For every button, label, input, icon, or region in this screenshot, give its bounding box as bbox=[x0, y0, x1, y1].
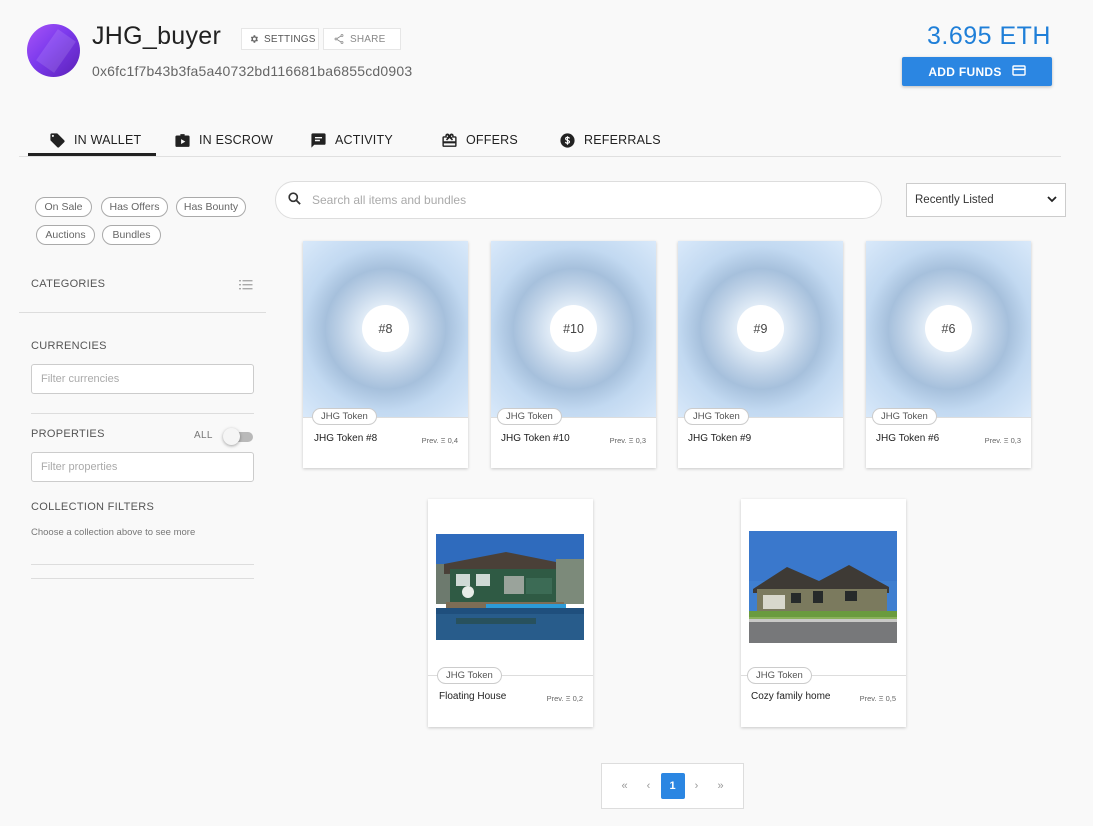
previous-price: Prev. Ξ 0,3 bbox=[609, 436, 646, 445]
first-page-button[interactable]: « bbox=[613, 773, 637, 799]
chip-bundles[interactable]: Bundles bbox=[102, 225, 161, 245]
tab-label: OFFERS bbox=[466, 133, 518, 147]
dollar-icon bbox=[559, 132, 576, 149]
tab-label: REFERRALS bbox=[584, 133, 661, 147]
search-input[interactable]: Search all items and bundles bbox=[312, 193, 466, 207]
properties-filter-input[interactable]: Filter properties bbox=[31, 452, 254, 482]
chip-auctions[interactable]: Auctions bbox=[36, 225, 95, 245]
previous-price: Prev. Ξ 0,3 bbox=[984, 436, 1021, 445]
search-icon bbox=[287, 191, 302, 209]
sidebar-divider bbox=[31, 413, 254, 414]
avatar[interactable] bbox=[27, 24, 80, 77]
collection-filters-hint: Choose a collection above to see more bbox=[31, 527, 196, 538]
collection-chip[interactable]: JHG Token bbox=[497, 408, 562, 425]
item-card[interactable]: JHG Token Floating House Prev. Ξ 0,2 bbox=[428, 499, 593, 727]
active-tab-indicator bbox=[28, 153, 156, 156]
collection-chip[interactable]: JHG Token bbox=[872, 408, 937, 425]
sort-select[interactable]: Recently Listed bbox=[906, 183, 1066, 217]
tab-label: IN ESCROW bbox=[199, 133, 274, 147]
chip-on-sale[interactable]: On Sale bbox=[35, 197, 92, 217]
tab-label: IN WALLET bbox=[74, 133, 142, 147]
currencies-filter-input[interactable]: Filter currencies bbox=[31, 364, 254, 394]
token-number-badge: #9 bbox=[737, 305, 784, 352]
collection-chip[interactable]: JHG Token bbox=[684, 408, 749, 425]
add-funds-label: ADD FUNDS bbox=[928, 64, 1002, 79]
item-card[interactable]: JHG Token Cozy family home Prev. Ξ 0,5 bbox=[741, 499, 906, 727]
token-number-badge: #10 bbox=[550, 305, 597, 352]
item-name: JHG Token #10 bbox=[501, 433, 570, 444]
username: JHG_buyer bbox=[92, 22, 222, 50]
item-card[interactable]: #8 JHG Token JHG Token #8 Prev. Ξ 0,4 bbox=[303, 241, 468, 468]
credit-card-icon bbox=[1011, 64, 1026, 79]
escrow-icon bbox=[174, 132, 191, 149]
item-name: JHG Token #8 bbox=[314, 433, 378, 444]
item-card[interactable]: #10 JHG Token JHG Token #10 Prev. Ξ 0,3 bbox=[491, 241, 656, 468]
share-button[interactable]: SHARE bbox=[323, 28, 401, 50]
token-number-badge: #6 bbox=[925, 305, 972, 352]
previous-price: Prev. Ξ 0,5 bbox=[859, 694, 896, 703]
houseboat-photo bbox=[436, 534, 584, 640]
properties-label: PROPERTIES bbox=[31, 428, 105, 440]
add-funds-button[interactable]: ADD FUNDS bbox=[902, 57, 1052, 86]
token-number-badge: #8 bbox=[362, 305, 409, 352]
sort-value: Recently Listed bbox=[915, 194, 994, 206]
share-icon bbox=[333, 33, 345, 45]
item-name: Floating House bbox=[439, 691, 507, 702]
tab-in-escrow[interactable]: IN ESCROW bbox=[174, 124, 273, 156]
toggle-knob[interactable] bbox=[223, 428, 240, 445]
settings-button[interactable]: SETTINGS bbox=[241, 28, 319, 50]
previous-price: Prev. Ξ 0,2 bbox=[546, 694, 583, 703]
item-name: JHG Token #9 bbox=[688, 433, 752, 444]
collection-chip[interactable]: JHG Token bbox=[437, 667, 502, 684]
offers-icon bbox=[441, 132, 458, 149]
tab-label: ACTIVITY bbox=[335, 133, 393, 147]
settings-label: SETTINGS bbox=[264, 33, 316, 45]
tab-in-wallet[interactable]: IN WALLET bbox=[49, 124, 141, 156]
collection-chip[interactable]: JHG Token bbox=[312, 408, 377, 425]
sidebar-divider bbox=[31, 564, 254, 565]
list-icon[interactable] bbox=[239, 278, 253, 296]
item-card[interactable]: #9 JHG Token JHG Token #9 bbox=[678, 241, 843, 468]
pagination: « ‹ 1 › » bbox=[601, 763, 744, 809]
sidebar-divider bbox=[19, 312, 266, 313]
item-card[interactable]: #6 JHG Token JHG Token #6 Prev. Ξ 0,3 bbox=[866, 241, 1031, 468]
share-label: SHARE bbox=[350, 33, 386, 45]
properties-all-label: ALL bbox=[194, 430, 213, 441]
chip-has-offers[interactable]: Has Offers bbox=[101, 197, 168, 217]
last-page-button[interactable]: » bbox=[709, 773, 733, 799]
search-bar[interactable]: Search all items and bundles bbox=[275, 181, 882, 219]
tag-icon bbox=[49, 132, 66, 149]
tab-offers[interactable]: OFFERS bbox=[441, 124, 518, 156]
chip-has-bounty[interactable]: Has Bounty bbox=[176, 197, 246, 217]
chevron-down-icon bbox=[1047, 194, 1057, 206]
family-home-photo bbox=[749, 531, 897, 643]
tabs-divider bbox=[19, 156, 1061, 157]
sidebar-divider bbox=[31, 578, 254, 579]
previous-page-button[interactable]: ‹ bbox=[637, 773, 661, 799]
currencies-label: CURRENCIES bbox=[31, 340, 107, 352]
tab-activity[interactable]: ACTIVITY bbox=[310, 124, 393, 156]
eth-balance: 3.695 ETH bbox=[926, 22, 1051, 50]
next-page-button[interactable]: › bbox=[685, 773, 709, 799]
activity-icon bbox=[310, 132, 327, 149]
collection-chip[interactable]: JHG Token bbox=[747, 667, 812, 684]
tab-referrals[interactable]: REFERRALS bbox=[559, 124, 661, 156]
gear-icon bbox=[249, 34, 259, 44]
item-name: Cozy family home bbox=[751, 691, 831, 702]
collection-filters-label: COLLECTION FILTERS bbox=[31, 501, 155, 513]
previous-price: Prev. Ξ 0,4 bbox=[421, 436, 458, 445]
item-name: JHG Token #6 bbox=[876, 433, 940, 444]
categories-label: CATEGORIES bbox=[31, 278, 106, 290]
wallet-address[interactable]: 0x6fc1f7b43b3fa5a40732bd116681ba6855cd09… bbox=[92, 63, 412, 79]
page-1-button[interactable]: 1 bbox=[660, 773, 685, 799]
